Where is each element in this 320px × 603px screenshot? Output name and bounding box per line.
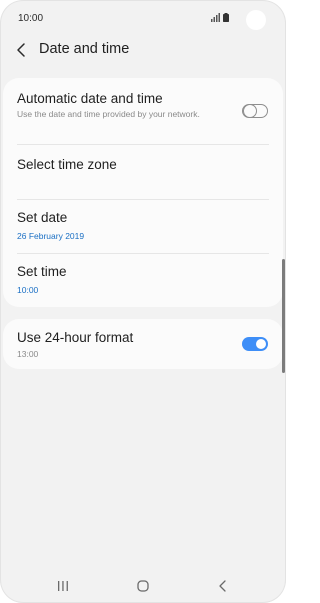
set-time-row[interactable]: Set time 10:00 <box>3 254 283 307</box>
signal-icon <box>211 13 220 22</box>
app-header: Date and time <box>1 35 285 67</box>
set-date-title: Set date <box>17 210 68 225</box>
set-time-title: Set time <box>17 264 67 279</box>
use-24-hour-format-row[interactable]: Use 24-hour format 13:00 <box>3 319 283 369</box>
automatic-date-time-row[interactable]: Automatic date and time Use the date and… <box>3 78 283 144</box>
phone-screen: 10:00 Date and time Automatic date and t… <box>1 1 285 602</box>
battery-icon <box>223 13 229 22</box>
automatic-date-time-toggle[interactable] <box>242 103 268 118</box>
recents-icon[interactable] <box>53 578 73 594</box>
set-date-value: 26 February 2019 <box>17 231 85 241</box>
use-24-hour-format-value: 13:00 <box>17 349 39 359</box>
use-24-hour-format-title: Use 24-hour format <box>17 330 134 345</box>
select-time-zone-row[interactable]: Select time zone <box>3 145 283 199</box>
toggle-knob <box>256 339 266 349</box>
status-time: 10:00 <box>18 13 44 24</box>
automatic-date-time-title: Automatic date and time <box>17 91 163 106</box>
status-bar: 10:00 <box>1 1 285 35</box>
toggle-knob <box>243 103 257 118</box>
format-settings-card: Use 24-hour format 13:00 <box>3 319 283 369</box>
select-time-zone-title: Select time zone <box>17 157 117 172</box>
use-24-hour-format-toggle[interactable] <box>242 337 268 351</box>
home-icon[interactable] <box>133 578 153 594</box>
page-title: Date and time <box>39 41 130 57</box>
set-time-value: 10:00 <box>17 285 39 295</box>
set-date-row[interactable]: Set date 26 February 2019 <box>3 200 283 253</box>
date-time-settings-card: Automatic date and time Use the date and… <box>3 78 283 307</box>
navigation-bar <box>1 571 285 602</box>
automatic-date-time-description: Use the date and time provided by your n… <box>17 109 200 119</box>
chevron-left-icon[interactable] <box>13 41 31 59</box>
front-camera-cutout <box>246 10 266 30</box>
scroll-indicator[interactable] <box>282 259 285 373</box>
back-icon[interactable] <box>213 578 233 594</box>
